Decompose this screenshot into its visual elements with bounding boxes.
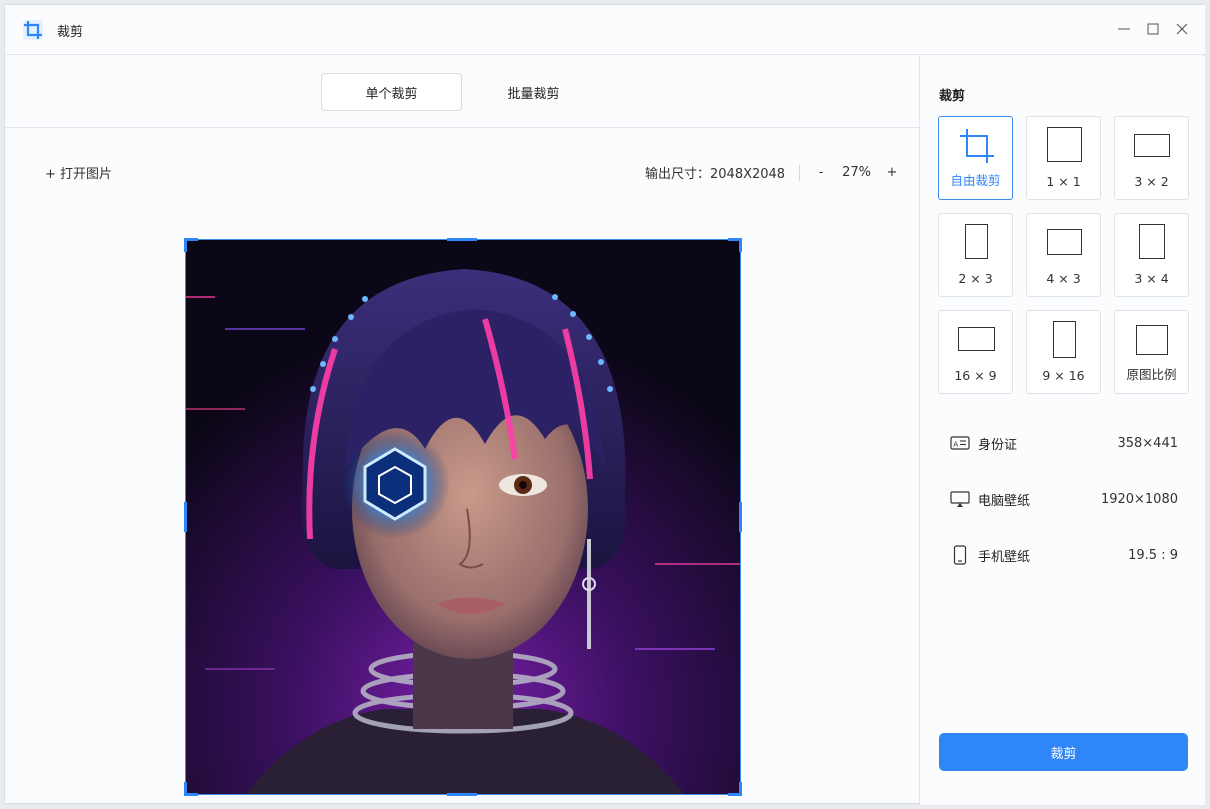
zoom-out-button[interactable]: - bbox=[814, 165, 828, 180]
crop-handle-right[interactable] bbox=[739, 502, 742, 532]
output-size-label: 输出尺寸：2048X2048 bbox=[645, 167, 786, 182]
crop-handle-top-left[interactable] bbox=[184, 238, 187, 252]
ratio-label: 16 × 9 bbox=[954, 368, 997, 383]
preset-label: 手机壁纸 bbox=[978, 549, 1031, 565]
ratio-1x1[interactable]: 1 × 1 bbox=[1026, 116, 1101, 200]
preset-value: 19.5 : 9 bbox=[1128, 547, 1178, 563]
ratio-16x9[interactable]: 16 × 9 bbox=[938, 310, 1013, 394]
preset-id-card[interactable]: A 身份证 358×441 bbox=[950, 432, 1178, 454]
ratio-9x16[interactable]: 9 × 16 bbox=[1026, 310, 1101, 394]
tab-single-crop[interactable]: 单个裁剪 bbox=[321, 73, 462, 111]
ratio-3x2-icon bbox=[1134, 134, 1170, 157]
phone-icon bbox=[950, 545, 970, 565]
preset-value: 358×441 bbox=[1117, 435, 1178, 451]
preset-phone-wallpaper[interactable]: 手机壁纸 19.5 : 9 bbox=[950, 544, 1178, 566]
zoom-in-button[interactable]: + bbox=[885, 165, 899, 180]
ratio-3x4-icon bbox=[1139, 224, 1165, 259]
ratio-label: 3 × 4 bbox=[1134, 271, 1169, 286]
ratio-9x16-icon bbox=[1053, 321, 1076, 358]
ratio-1x1-icon bbox=[1047, 127, 1082, 162]
mode-tabs: 单个裁剪 批量裁剪 bbox=[5, 56, 919, 128]
window-title: 裁剪 bbox=[57, 25, 84, 40]
panel-title: 裁剪 bbox=[939, 89, 966, 104]
ratio-original[interactable]: 原图比例 bbox=[1114, 310, 1189, 394]
ratio-label: 2 × 3 bbox=[958, 271, 993, 286]
ratio-label: 自由裁剪 bbox=[950, 173, 1001, 188]
ratio-3x2[interactable]: 3 × 2 bbox=[1114, 116, 1189, 200]
ratio-label: 4 × 3 bbox=[1046, 271, 1081, 286]
crop-options-panel: 裁剪 自由裁剪 1 × 1 3 × 2 2 × 3 4 × 3 3 × 4 16… bbox=[919, 56, 1205, 805]
crop-handle-bottom-left[interactable] bbox=[184, 782, 187, 796]
zoom-level: 27% bbox=[842, 165, 871, 180]
ratio-2x3-icon bbox=[965, 224, 988, 259]
tab-batch-crop[interactable]: 批量裁剪 bbox=[463, 73, 604, 111]
ratio-4x3-icon bbox=[1047, 229, 1082, 255]
monitor-icon bbox=[950, 489, 970, 509]
ratio-3x4[interactable]: 3 × 4 bbox=[1114, 213, 1189, 297]
title-bar: 裁剪 bbox=[5, 5, 1205, 55]
ratio-original-icon bbox=[1136, 325, 1168, 355]
preset-desktop-wallpaper[interactable]: 电脑壁纸 1920×1080 bbox=[950, 488, 1178, 510]
ratio-label: 3 × 2 bbox=[1134, 174, 1169, 189]
divider bbox=[799, 164, 801, 181]
crop-button[interactable]: 裁剪 bbox=[939, 733, 1188, 771]
crop-handle-bottom-right[interactable] bbox=[739, 782, 742, 796]
ratio-4x3[interactable]: 4 × 3 bbox=[1026, 213, 1101, 297]
open-image-button[interactable]: + 打开图片 bbox=[45, 163, 112, 182]
ratio-16x9-icon bbox=[958, 327, 995, 351]
output-size-bar: 输出尺寸：2048X2048 - 27% + bbox=[645, 163, 899, 182]
crop-window: 裁剪 单个裁剪 批量裁剪 + 打开图片 输出尺寸：2048X2048 - 27%… bbox=[4, 4, 1205, 805]
ratio-label: 9 × 16 bbox=[1042, 368, 1085, 383]
crop-icon bbox=[958, 127, 996, 169]
crop-handle-top-right[interactable] bbox=[739, 238, 742, 252]
crop-handle-top[interactable] bbox=[447, 238, 477, 241]
editor-area: 单个裁剪 批量裁剪 + 打开图片 输出尺寸：2048X2048 - 27% + bbox=[5, 56, 919, 805]
maximize-icon[interactable] bbox=[1144, 20, 1162, 38]
ratio-2x3[interactable]: 2 × 3 bbox=[938, 213, 1013, 297]
preset-label: 电脑壁纸 bbox=[978, 493, 1031, 509]
ratio-free-crop[interactable]: 自由裁剪 bbox=[938, 116, 1013, 200]
preset-label: 身份证 bbox=[978, 437, 1018, 453]
ratio-label: 原图比例 bbox=[1126, 367, 1177, 382]
image-preview[interactable] bbox=[185, 239, 741, 795]
portrait-image bbox=[185, 239, 741, 795]
minimize-icon[interactable] bbox=[1115, 20, 1133, 38]
preset-value: 1920×1080 bbox=[1100, 491, 1178, 507]
close-icon[interactable] bbox=[1173, 20, 1191, 38]
svg-text:A: A bbox=[953, 440, 958, 448]
id-card-icon: A bbox=[950, 433, 970, 453]
crop-handle-bottom[interactable] bbox=[447, 793, 477, 796]
crop-handle-left[interactable] bbox=[184, 502, 187, 532]
crop-icon bbox=[21, 18, 45, 42]
ratio-label: 1 × 1 bbox=[1046, 174, 1081, 189]
